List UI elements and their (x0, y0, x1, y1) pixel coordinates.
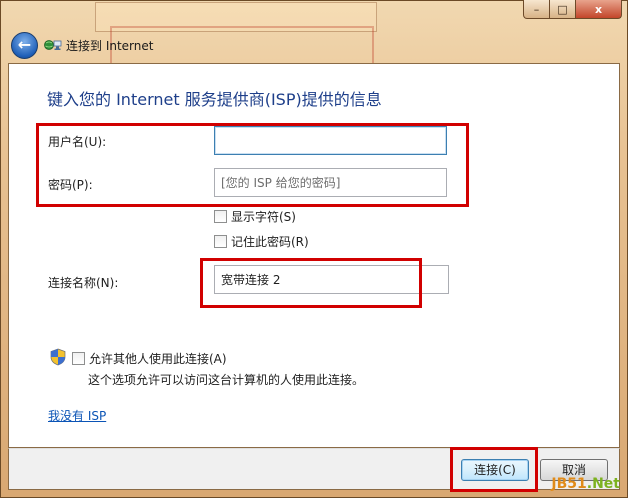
network-connection-icon (44, 40, 62, 50)
connect-button[interactable]: 连接(C) (461, 459, 529, 481)
watermark: JB51.Net (551, 476, 620, 492)
watermark-part1: JB51 (551, 476, 587, 492)
allow-others-checkbox[interactable]: 允许其他人使用此连接(A) (72, 350, 227, 367)
remember-password-checkbox[interactable]: 记住此密码(R) (214, 233, 309, 250)
password-label: 密码(P): (48, 178, 93, 192)
no-isp-link[interactable]: 我没有 ISP (48, 407, 106, 424)
checkbox-box[interactable] (72, 352, 85, 365)
password-input[interactable]: [您的 ISP 给您的密码] (214, 168, 447, 197)
remember-password-label: 记住此密码(R) (231, 235, 309, 249)
connection-name-input[interactable]: 宽带连接 2 (214, 265, 449, 294)
dialog-content (8, 63, 620, 448)
show-characters-checkbox[interactable]: 显示字符(S) (214, 208, 296, 225)
window-title: 连接到 Internet (66, 39, 154, 53)
username-label: 用户名(U): (48, 135, 107, 149)
close-button[interactable]: x (576, 0, 622, 19)
page-heading: 键入您的 Internet 服务提供商(ISP)提供的信息 (47, 90, 382, 109)
back-arrow-icon: ← (17, 35, 32, 54)
username-input[interactable] (214, 126, 447, 155)
allow-others-label: 允许其他人使用此连接(A) (89, 352, 227, 366)
checkbox-box[interactable] (214, 235, 227, 248)
show-characters-label: 显示字符(S) (231, 210, 296, 224)
maximize-button[interactable]: □ (550, 0, 576, 19)
caption-buttons: – □ x (523, 0, 622, 20)
connection-name-label: 连接名称(N): (48, 276, 119, 290)
uac-shield-icon (50, 348, 66, 366)
allow-others-description: 这个选项允许可以访问这台计算机的人使用此连接。 (88, 373, 365, 387)
watermark-part2: .Net (586, 476, 620, 492)
checkbox-box[interactable] (214, 210, 227, 223)
back-button[interactable]: ← (11, 32, 38, 59)
minimize-button[interactable]: – (523, 0, 550, 19)
